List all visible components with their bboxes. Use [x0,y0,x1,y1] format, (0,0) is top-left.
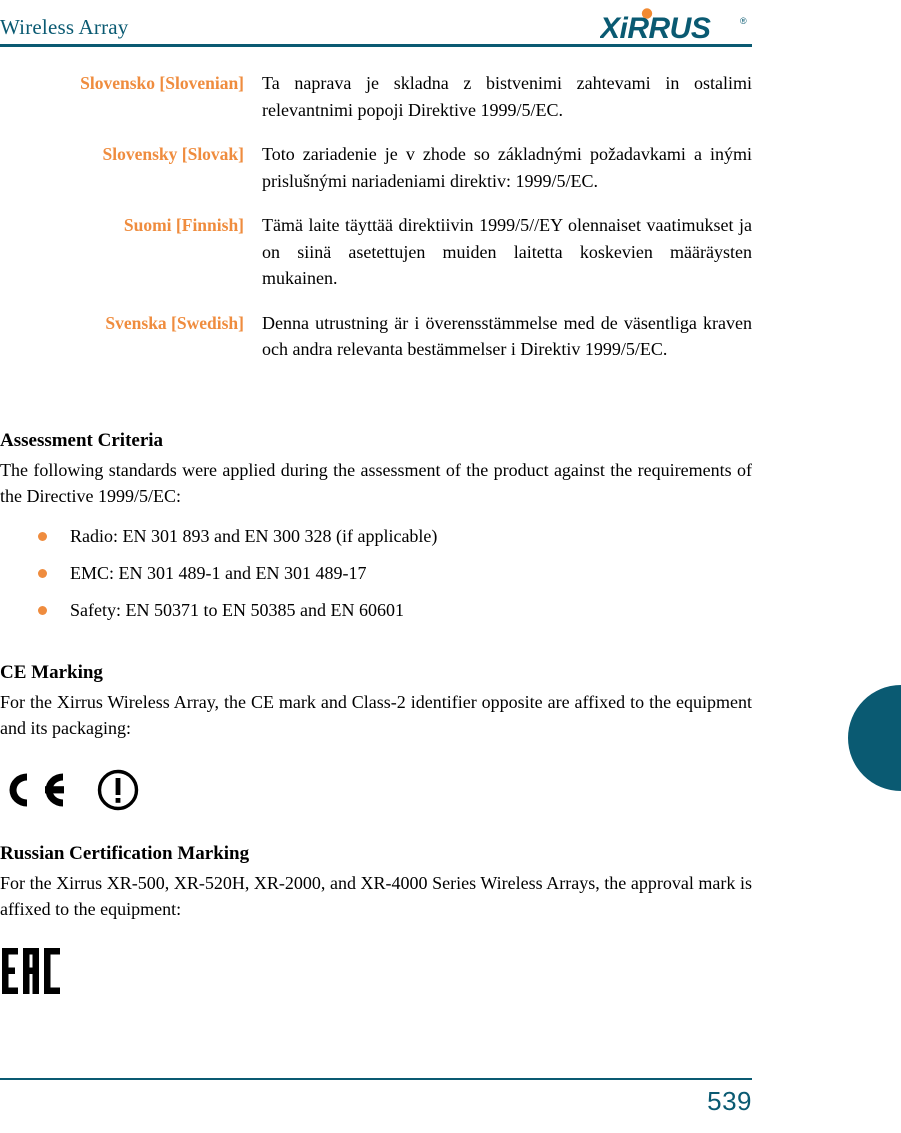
bullet-icon [38,568,47,578]
svg-text:®: ® [740,16,747,26]
page-number: 539 [707,1086,752,1116]
footer-divider [0,1078,752,1080]
russian-certification-section: Russian Certification Marking For the Xi… [0,842,752,997]
language-statement: Tämä laite täyttää direktiivin 1999/5//E… [262,215,752,288]
ce-marking-heading: CE Marking [0,661,103,683]
table-row: Svenska [Swedish] Denna utrustning är i … [0,310,752,381]
chapter-thumb-tab [848,685,901,791]
document-page: Wireless Array XiRRUS ® Slovensko [Slove… [0,0,901,1133]
header-title: Wireless Array [0,15,129,39]
language-label: Slovensko [Slovenian] [80,73,244,93]
language-label: Suomi [Finnish] [123,215,244,235]
list-item: Safety: EN 50371 to EN 50385 and EN 6060… [0,598,752,622]
assessment-criteria-intro: The following standards were applied dur… [0,459,752,507]
svg-text:XiRRUS: XiRRUS [600,12,711,42]
assessment-criteria-section: Assessment Criteria The following standa… [0,429,752,622]
list-item: EMC: EN 301 489-1 and EN 301 489-17 [0,561,752,585]
list-item: Radio: EN 301 893 and EN 300 328 (if app… [0,524,752,548]
assessment-criteria-heading: Assessment Criteria [0,429,164,451]
ce-marking-section: CE Marking For the Xirrus Wireless Array… [0,661,752,816]
language-statement: Toto zariadenie je v zhode so základnými… [262,144,752,191]
table-row: Slovensky [Slovak] Toto zariadenie je v … [0,141,753,212]
class-2-identifier-icon [96,768,140,812]
ce-marks-row [0,764,752,816]
eac-mark-row [0,945,752,997]
language-statement: Ta naprava je skladna z bistvenimi zahte… [262,73,752,120]
bullet-icon [38,605,47,615]
assessment-standards-list: Radio: EN 301 893 and EN 300 328 (if app… [0,524,752,622]
language-label: Slovensky [Slovak] [102,144,245,164]
language-label: Svenska [Swedish] [105,312,244,333]
russian-certification-text: For the Xirrus XR-500, XR-520H, XR-2000,… [0,872,752,920]
ce-marking-text: For the Xirrus Wireless Array, the CE ma… [0,691,752,739]
page-header: Wireless Array XiRRUS ® [0,0,901,52]
header-divider [0,44,752,47]
russian-certification-heading: Russian Certification Marking [0,842,250,864]
table-row: Slovensko [Slovenian] Ta naprava je skla… [0,70,752,141]
language-declarations-table: Slovensko [Slovenian] Ta naprava je skla… [0,70,752,381]
eac-mark-icon [0,946,62,996]
list-item-label: Radio: EN 301 893 and EN 300 328 (if app… [70,525,438,546]
list-item-label: EMC: EN 301 489-1 and EN 301 489-17 [70,562,367,583]
page-content: Slovensko [Slovenian] Ta naprava je skla… [0,70,752,997]
ce-mark-icon [0,768,72,812]
xirrus-logo: XiRRUS ® [600,8,752,42]
table-row: Suomi [Finnish] Tämä laite täyttää direk… [0,212,752,310]
bullet-icon [38,531,47,541]
list-item-label: Safety: EN 50371 to EN 50385 and EN 6060… [70,599,404,620]
language-statement: Denna utrustning är i överensstämmelse m… [262,312,752,360]
